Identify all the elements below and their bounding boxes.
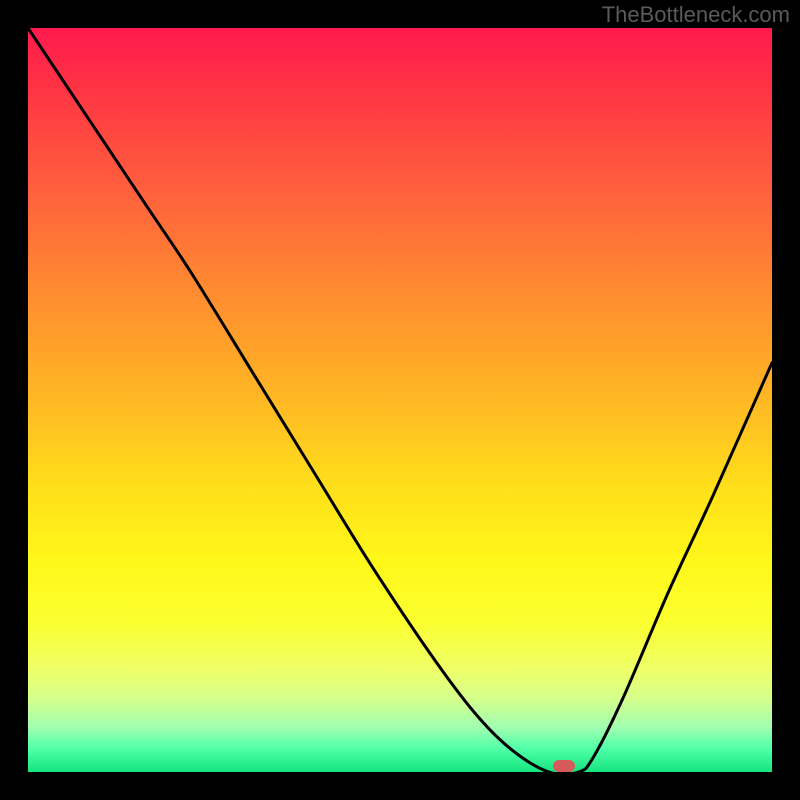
chart-frame: TheBottleneck.com <box>0 0 800 800</box>
curve-svg <box>28 28 772 772</box>
plot-area <box>28 28 772 772</box>
optimum-marker <box>553 760 575 772</box>
bottleneck-curve <box>28 28 772 774</box>
watermark-text: TheBottleneck.com <box>602 2 790 28</box>
